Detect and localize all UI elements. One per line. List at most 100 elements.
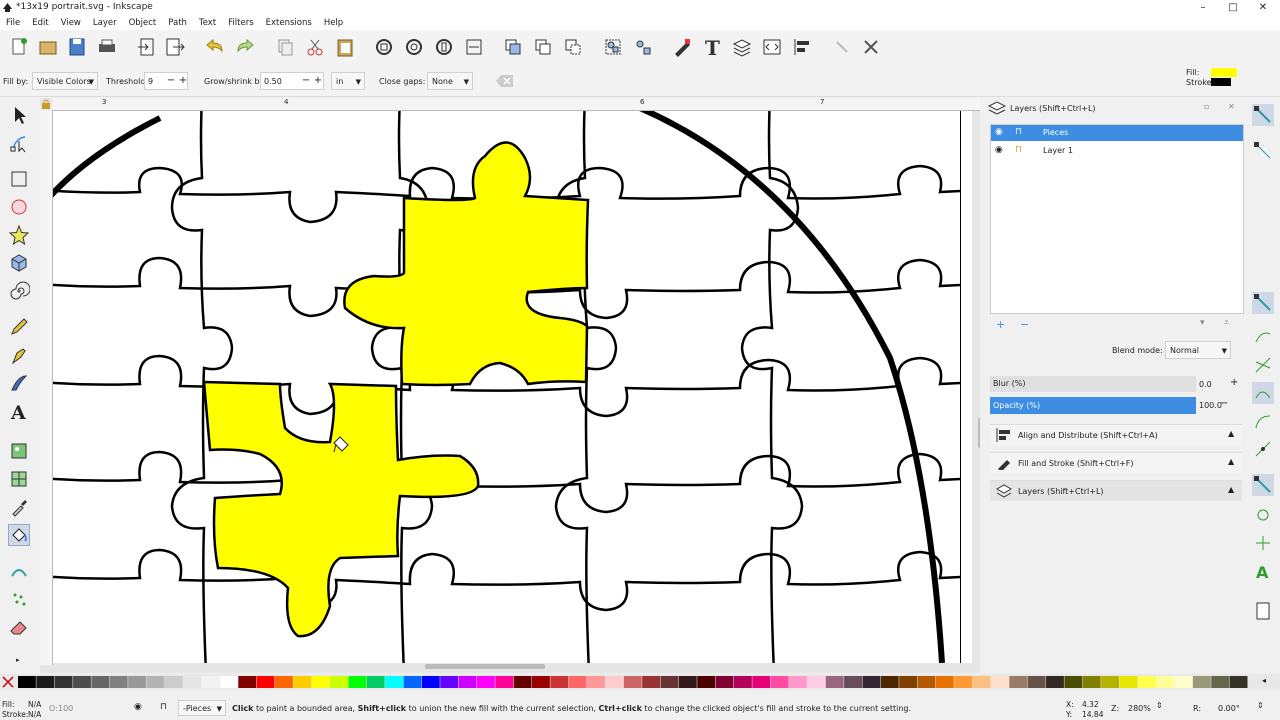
snap-nodes-icon[interactable] xyxy=(1252,292,1274,314)
palette-swatch[interactable] xyxy=(990,676,1009,688)
opacity-slider[interactable]: Opacity (%) xyxy=(990,397,1196,414)
drawing-canvas[interactable] xyxy=(40,98,980,673)
palette-swatch[interactable] xyxy=(550,676,569,688)
selector-tool-icon[interactable] xyxy=(8,104,30,126)
layers-dialog-tab[interactable]: Layers (Shift+Ctrl+L) ▲ xyxy=(990,480,1242,501)
palette-swatch[interactable] xyxy=(54,676,73,688)
palette-swatch[interactable] xyxy=(1137,676,1156,688)
eraser-tool-icon[interactable] xyxy=(8,616,30,638)
current-layer-dropdown[interactable]: -Pieces ▼ xyxy=(178,700,226,716)
zoom-drawing-icon[interactable] xyxy=(403,36,425,58)
undo-icon[interactable] xyxy=(204,36,226,58)
rotation-value[interactable]: 0.00° xyxy=(1218,704,1240,713)
snap-enable-icon[interactable] xyxy=(1252,104,1274,126)
fill-by-dropdown[interactable]: Visible Colors ▼ xyxy=(32,72,98,90)
layer-lock-icon[interactable]: ⊓ xyxy=(160,702,167,712)
panel-float-icon[interactable]: ▫ xyxy=(1204,102,1209,111)
blur-increment-button[interactable]: + xyxy=(1230,377,1238,388)
snap-center-icon[interactable] xyxy=(1252,504,1274,526)
minimize-button[interactable]: – xyxy=(1188,0,1218,16)
palette-swatch[interactable] xyxy=(91,676,110,688)
palette-swatch[interactable] xyxy=(476,676,495,688)
palette-swatch[interactable] xyxy=(1064,676,1083,688)
menu-object[interactable]: Object xyxy=(123,16,163,30)
zoom-page-width-icon[interactable] xyxy=(463,36,485,58)
palette-swatch[interactable] xyxy=(605,676,624,688)
vertical-scrollbar[interactable] xyxy=(978,418,980,448)
spray-paint-tool-icon[interactable] xyxy=(8,588,30,610)
grow-shrink-decrement-button[interactable]: − xyxy=(300,72,312,90)
snap-intersection-icon[interactable] xyxy=(1252,354,1274,376)
toolbox-overflow-icon[interactable]: ▸ xyxy=(16,656,20,664)
palette-swatch[interactable] xyxy=(73,676,91,688)
palette-swatch[interactable] xyxy=(1027,676,1046,688)
unlink-clone-icon[interactable] xyxy=(562,36,584,58)
opacity-decrement-button[interactable]: − xyxy=(1220,398,1228,409)
star-tool-icon[interactable] xyxy=(8,224,30,246)
close-gaps-dropdown[interactable]: None ▼ xyxy=(427,72,473,90)
palette-swatch[interactable] xyxy=(109,676,128,688)
palette-swatch[interactable] xyxy=(146,676,165,688)
palette-swatch[interactable] xyxy=(1211,676,1230,688)
mesh-tool-icon[interactable] xyxy=(8,468,30,490)
palette-swatch[interactable] xyxy=(587,676,605,688)
preferences-icon[interactable] xyxy=(831,36,853,58)
ungroup-icon[interactable] xyxy=(632,36,654,58)
snap-bbox-icon[interactable] xyxy=(1252,140,1274,162)
palette-swatch[interactable] xyxy=(164,676,183,688)
3d-box-tool-icon[interactable] xyxy=(8,252,30,274)
align-distribute-icon[interactable] xyxy=(791,36,813,58)
menu-view[interactable]: View xyxy=(55,16,87,30)
export-icon[interactable] xyxy=(164,36,186,58)
add-layer-button[interactable]: + xyxy=(996,318,1005,331)
unit-dropdown[interactable]: in ▼ xyxy=(331,72,365,90)
palette-swatch[interactable] xyxy=(36,676,55,688)
palette-swatch[interactable] xyxy=(917,676,936,688)
text-font-dialog-icon[interactable]: T xyxy=(701,36,723,58)
remove-layer-button[interactable]: − xyxy=(1020,318,1029,331)
palette-swatch[interactable] xyxy=(678,676,697,688)
palette-swatch[interactable] xyxy=(972,676,991,688)
palette-swatch[interactable] xyxy=(862,676,881,688)
reset-fill-icon[interactable] xyxy=(495,73,515,89)
blend-mode-dropdown[interactable]: Normal ▼ xyxy=(1165,341,1231,359)
palette-swatch[interactable] xyxy=(201,676,220,688)
pen-tool-icon[interactable] xyxy=(8,344,30,366)
palette-swatch[interactable] xyxy=(183,676,202,688)
calligraphy-tool-icon[interactable] xyxy=(8,372,30,394)
eye-icon[interactable]: ◉ xyxy=(995,145,1003,155)
horizontal-scrollbar[interactable] xyxy=(425,664,545,669)
palette-swatch[interactable] xyxy=(1229,676,1248,688)
palette-swatch[interactable] xyxy=(293,676,312,688)
palette-swatch[interactable] xyxy=(789,676,807,688)
palette-swatch[interactable] xyxy=(1046,676,1064,688)
snap-page-border-icon[interactable] xyxy=(1252,600,1274,622)
palette-swatch[interactable] xyxy=(532,676,550,688)
align-distribute-dialog-tab[interactable]: Align and Distribute (Shift+Ctrl+A) ▲ xyxy=(990,424,1242,445)
palette-swatch[interactable] xyxy=(311,676,330,688)
palette-swatch[interactable] xyxy=(1101,676,1119,688)
lock-icon[interactable]: ⊓ xyxy=(1015,145,1022,155)
zoom-value[interactable]: 280% xyxy=(1128,704,1151,713)
spiral-tool-icon[interactable] xyxy=(8,280,30,302)
fill-color-swatch[interactable] xyxy=(1211,68,1237,77)
cut-icon[interactable] xyxy=(304,36,326,58)
palette-swatch[interactable] xyxy=(440,676,459,688)
node-tool-icon[interactable] xyxy=(8,132,30,154)
rectangle-tool-icon[interactable] xyxy=(8,168,30,190)
fill-stroke-dialog-tab[interactable]: Fill and Stroke (Shift+Ctrl+F) ▲ xyxy=(990,452,1242,473)
no-paint-icon[interactable] xyxy=(2,676,14,688)
palette-swatch[interactable] xyxy=(1119,676,1138,688)
stroke-color-swatch[interactable] xyxy=(1211,78,1231,86)
zoom-page-icon[interactable] xyxy=(433,36,455,58)
blur-value[interactable]: 0.0 xyxy=(1199,380,1212,389)
document-properties-icon[interactable] xyxy=(860,36,882,58)
ellipse-tool-icon[interactable] xyxy=(8,196,30,218)
menu-layer[interactable]: Layer xyxy=(87,16,123,30)
palette-swatch[interactable] xyxy=(219,676,238,688)
palette-swatch[interactable] xyxy=(568,676,587,688)
eye-icon[interactable]: ◉ xyxy=(995,127,1003,137)
redo-icon[interactable] xyxy=(234,36,256,58)
maximize-button[interactable]: □ xyxy=(1218,0,1248,16)
layers-dialog-icon[interactable] xyxy=(731,36,753,58)
